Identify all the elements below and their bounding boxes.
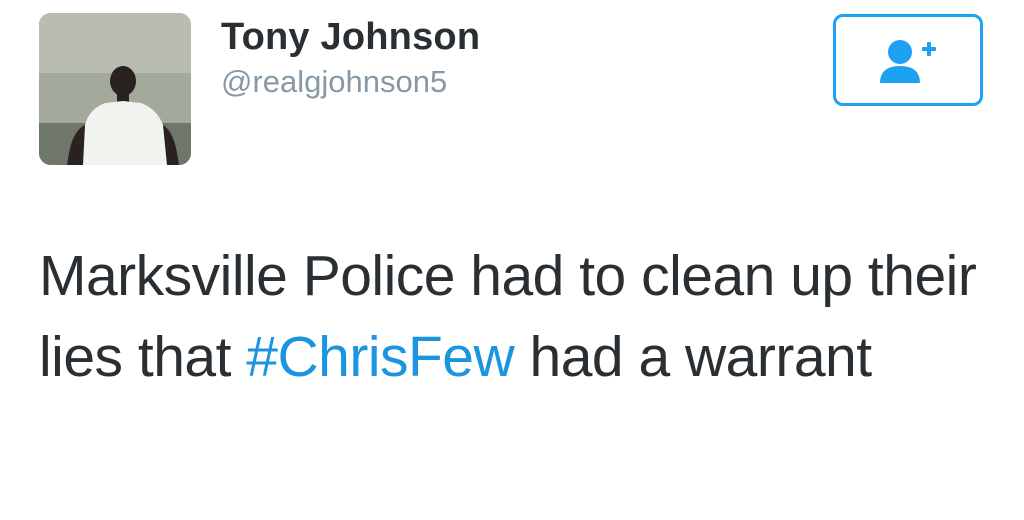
user-info: Tony Johnson @realgjohnson5 bbox=[221, 14, 480, 102]
tweet-card: Tony Johnson @realgjohnson5 Marksville P… bbox=[0, 0, 1024, 520]
hashtag-link[interactable]: #ChrisFew bbox=[246, 325, 514, 389]
user-handle[interactable]: @realgjohnson5 bbox=[221, 62, 480, 102]
display-name[interactable]: Tony Johnson bbox=[221, 14, 480, 60]
tweet-text-after: had a warrant bbox=[514, 325, 873, 389]
avatar-photo-icon bbox=[39, 13, 191, 165]
user-avatar[interactable] bbox=[39, 13, 191, 165]
tweet-text: Marksville Police had to clean up their … bbox=[39, 236, 989, 398]
follow-button[interactable] bbox=[833, 14, 983, 106]
add-user-icon bbox=[880, 40, 936, 83]
